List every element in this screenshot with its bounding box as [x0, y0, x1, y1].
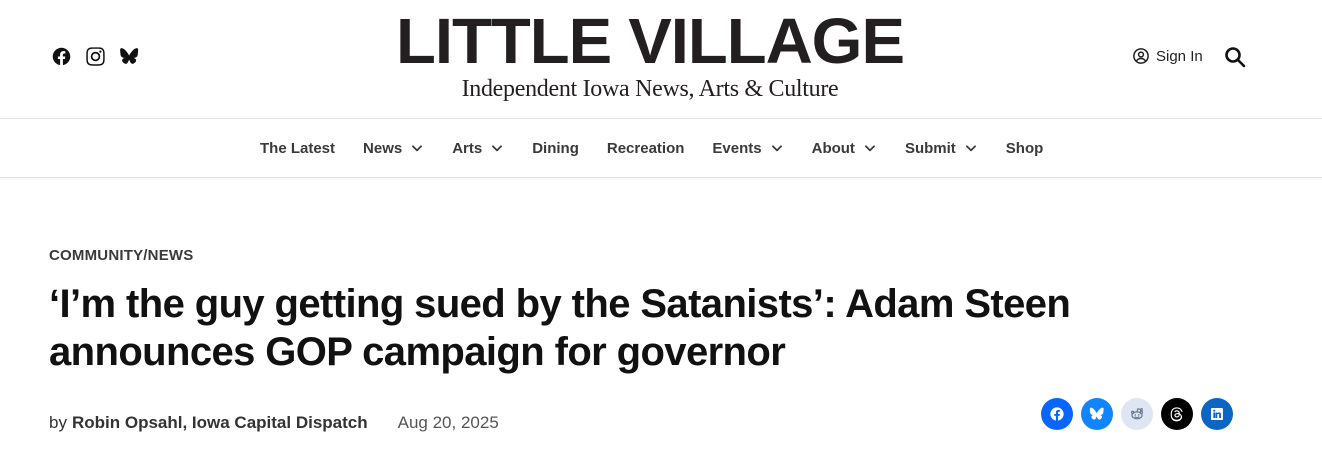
nav-item-label: Events — [712, 139, 762, 157]
share-linkedin-button[interactable] — [1201, 398, 1233, 430]
nav-item-arts[interactable]: Arts — [452, 140, 504, 157]
article-category[interactable]: COMMUNITY/NEWS — [49, 247, 193, 264]
nav-item-label: The Latest — [260, 139, 336, 157]
social-links — [50, 45, 140, 67]
bluesky-icon[interactable] — [118, 45, 140, 67]
publish-date: Aug 20, 2025 — [397, 413, 499, 432]
nav-item-label: Recreation — [606, 139, 685, 157]
nav-item-submit[interactable]: Submit — [905, 140, 978, 157]
nav-item-news[interactable]: News — [363, 140, 424, 157]
chevron-down-icon[interactable] — [490, 141, 504, 155]
nav-item-label: Shop — [1005, 139, 1044, 157]
nav-item-dining[interactable]: Dining — [532, 140, 579, 157]
logo-tagline: Independent Iowa News, Arts & Culture — [461, 76, 839, 102]
nav-item-about[interactable]: About — [812, 140, 877, 157]
share-threads-button[interactable] — [1161, 398, 1193, 430]
bluesky-icon — [1089, 406, 1105, 422]
byline-prefix: by — [49, 413, 67, 432]
site-header: LITTLE VILLAGE Independent Iowa News, Ar… — [0, 0, 1322, 118]
share-buttons — [1041, 398, 1233, 430]
site-logo[interactable]: LITTLE VILLAGE Independent Iowa News, Ar… — [380, 9, 920, 103]
chevron-down-icon[interactable] — [863, 141, 877, 155]
article-headline: ‘I’m the guy getting sued by the Satanis… — [49, 282, 1071, 374]
nav-item-events[interactable]: Events — [712, 140, 783, 157]
nav-item-label: Dining — [532, 139, 579, 157]
share-facebook-button[interactable] — [1041, 398, 1073, 430]
nav-item-label: News — [363, 139, 403, 157]
share-bluesky-button[interactable] — [1081, 398, 1113, 430]
byline: by Robin Opsahl, Iowa Capital Dispatch A… — [49, 413, 499, 433]
nav-item-label: About — [811, 139, 855, 157]
instagram-icon[interactable] — [84, 45, 106, 67]
nav-item-shop[interactable]: Shop — [1006, 140, 1044, 157]
user-circle-icon — [1133, 48, 1149, 64]
facebook-icon — [1049, 406, 1065, 422]
nav-item-recreation[interactable]: Recreation — [607, 140, 685, 157]
facebook-icon[interactable] — [50, 45, 72, 67]
share-reddit-button[interactable] — [1121, 398, 1153, 430]
search-icon[interactable] — [1223, 45, 1247, 69]
author-link[interactable]: Robin Opsahl, Iowa Capital Dispatch — [72, 413, 368, 433]
chevron-down-icon[interactable] — [964, 141, 978, 155]
chevron-down-icon[interactable] — [410, 141, 424, 155]
nav-item-label: Submit — [904, 139, 956, 157]
main-nav: The Latest News Arts Dining Recreation Events… — [0, 118, 1322, 178]
sign-in-label: Sign In — [1156, 47, 1203, 65]
nav-items: The Latest News Arts Dining Recreation Events… — [260, 119, 1071, 177]
nav-item-label: Arts — [452, 139, 483, 157]
nav-item-the-latest[interactable]: The Latest — [260, 140, 335, 157]
reddit-icon — [1129, 406, 1145, 422]
linkedin-icon — [1209, 406, 1225, 422]
logo-title: LITTLE VILLAGE — [396, 5, 905, 77]
threads-icon — [1169, 406, 1185, 422]
sign-in-button[interactable]: Sign In — [1132, 47, 1203, 65]
chevron-down-icon[interactable] — [770, 141, 784, 155]
